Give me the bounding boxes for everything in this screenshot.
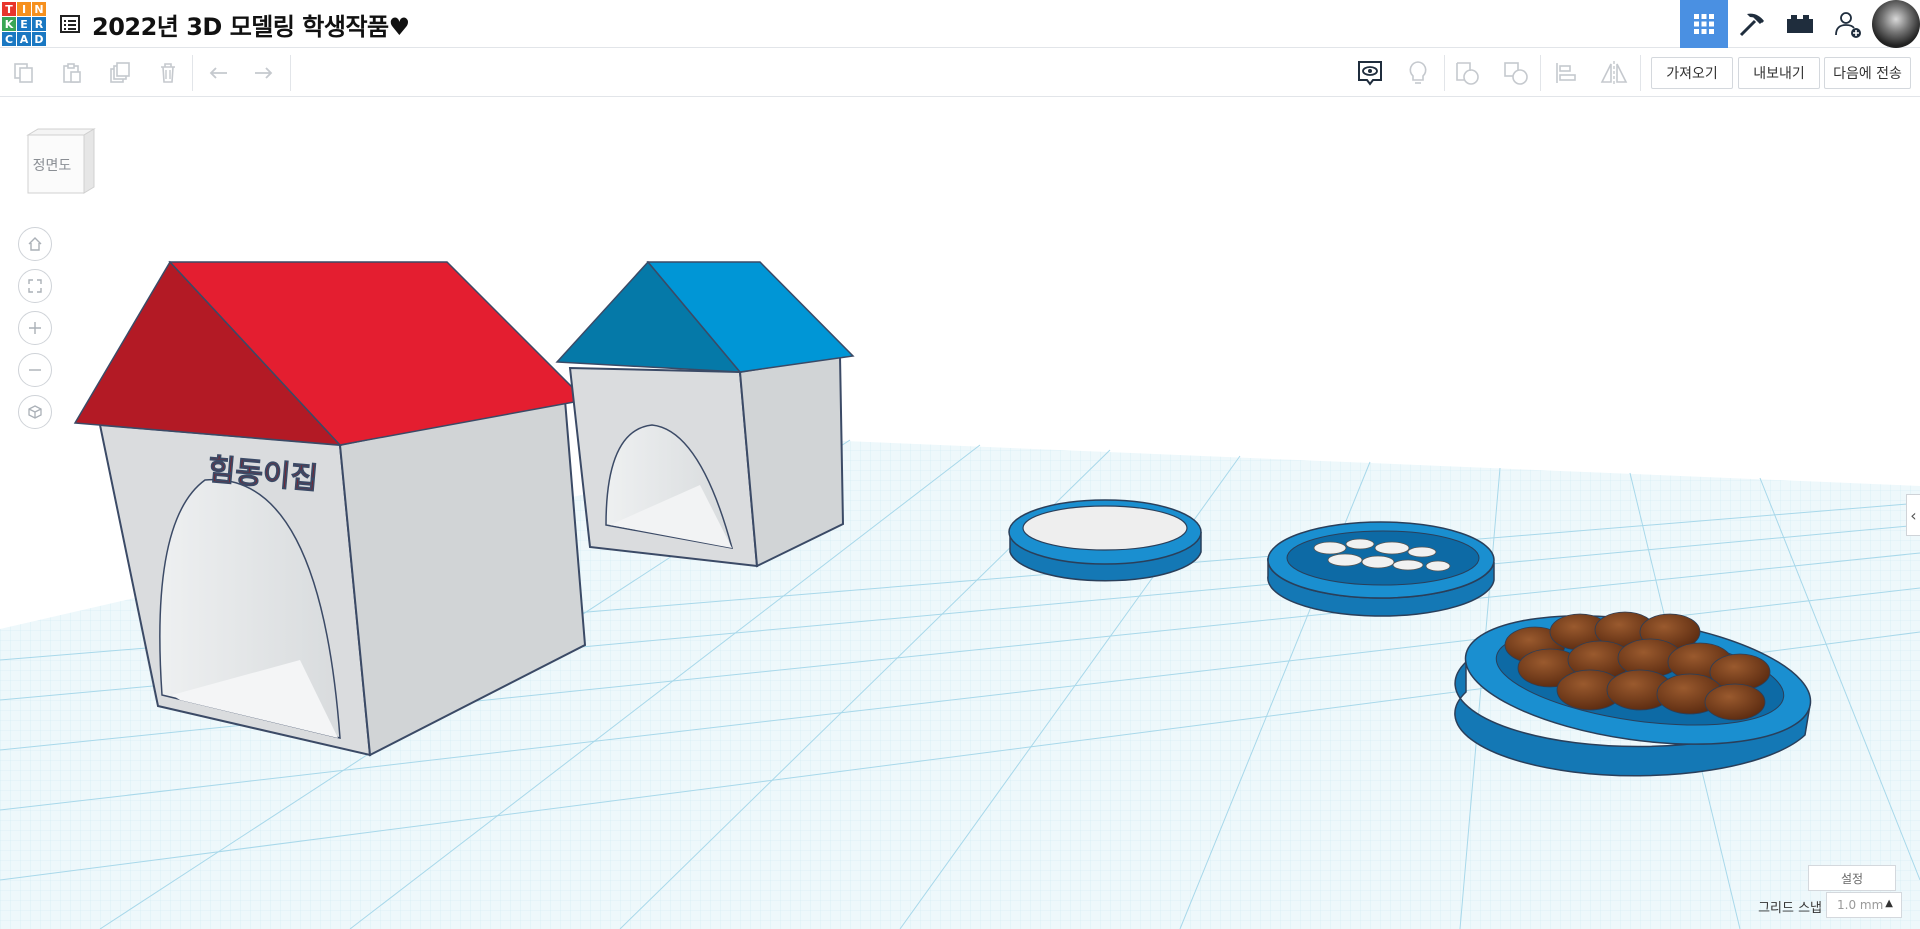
perspective-icon [28, 405, 42, 419]
paste-button[interactable] [48, 49, 96, 97]
bricks-view-button[interactable] [1776, 0, 1824, 48]
logo-letter: I [17, 2, 31, 16]
grid-snap-label: 그리드 스냅 [1758, 901, 1822, 916]
logo-letter: R [32, 17, 46, 31]
copy-button[interactable] [0, 49, 48, 97]
export-button[interactable]: 내보내기 [1738, 57, 1820, 89]
logo-letter: K [2, 17, 16, 31]
logo-letter: E [17, 17, 31, 31]
toolbar: 가져오기 내보내기 다음에 전송 [0, 49, 1920, 97]
grid-snap-value: 1.0 mm [1837, 898, 1884, 912]
pickaxe-icon [1739, 13, 1764, 37]
grid-snap-select[interactable]: 1.0 mm ▲ [1826, 892, 1902, 918]
caret-up-icon: ▲ [1885, 898, 1893, 909]
add-user-button[interactable] [1824, 0, 1872, 48]
toolbar-divider [192, 55, 193, 91]
grid-icon [1694, 14, 1714, 34]
duplicate-button[interactable] [96, 49, 144, 97]
chevron-left-icon: ‹ [1910, 505, 1917, 525]
settings-button[interactable]: 설정 [1808, 865, 1896, 891]
redo-icon [255, 67, 273, 79]
red-doghouse[interactable]: 힘동이집 [73, 260, 587, 757]
logo-letter: A [17, 32, 31, 46]
codeblocks-button[interactable] [1728, 0, 1776, 48]
mirror-button[interactable] [1590, 49, 1638, 97]
duplicate-icon [110, 62, 130, 83]
group-icon [1456, 62, 1479, 85]
light-icon [1409, 61, 1427, 84]
blue-doghouse[interactable] [555, 260, 855, 568]
home-icon [28, 237, 42, 251]
fit-icon [28, 279, 42, 293]
show-all-button[interactable] [1346, 49, 1394, 97]
3d-design-view-button[interactable] [1680, 0, 1728, 48]
empty-bowl[interactable] [1008, 499, 1202, 582]
topbar: TIN KER CAD 2022년 3D 모델링 학생작품♥ [0, 0, 1920, 48]
paste-icon [63, 63, 81, 83]
design-title[interactable]: 2022년 3D 모델링 학생작품♥ [92, 7, 410, 42]
ungroup-icon [1504, 62, 1528, 85]
import-button[interactable]: 가져오기 [1651, 57, 1733, 89]
logo-letter: C [2, 32, 16, 46]
view-cube-label: 정면도 [32, 158, 72, 174]
add-user-icon [1835, 12, 1861, 38]
redo-button[interactable] [240, 49, 288, 97]
notes-light-button[interactable] [1394, 49, 1442, 97]
toolbar-divider [1640, 55, 1641, 91]
copy-icon [14, 63, 33, 83]
zoom-out-button[interactable] [18, 353, 52, 387]
align-icon [1556, 63, 1576, 83]
avatar [1872, 0, 1920, 48]
account-avatar[interactable] [1872, 0, 1920, 48]
delete-icon [161, 63, 175, 83]
brick-icon [1787, 15, 1813, 33]
undo-icon [209, 67, 227, 79]
tinkercad-logo[interactable]: TIN KER CAD [0, 0, 48, 48]
delete-button[interactable] [144, 49, 192, 97]
zoom-out-icon [29, 369, 41, 371]
send-to-button[interactable]: 다음에 전송 [1824, 57, 1911, 89]
workplane-scene[interactable]: 힘동이집 [0, 97, 1920, 929]
bowl-with-treats[interactable] [1267, 521, 1495, 617]
shapes-panel-toggle[interactable]: ‹ [1906, 494, 1920, 536]
zoom-in-button[interactable] [18, 311, 52, 345]
fit-view-button[interactable] [18, 269, 52, 303]
design-list-icon[interactable] [58, 12, 82, 36]
ungroup-button[interactable] [1492, 49, 1540, 97]
align-button[interactable] [1542, 49, 1590, 97]
perspective-button[interactable] [18, 395, 52, 429]
mirror-icon [1600, 61, 1628, 85]
logo-letter: D [32, 32, 46, 46]
logo-letter: N [32, 2, 46, 16]
logo-letter: T [2, 2, 16, 16]
group-button[interactable] [1444, 49, 1492, 97]
3d-viewport[interactable]: 힘동이집 정면도 ‹ 설정 그리드 스냅 1.0 mm ▲ [0, 97, 1920, 929]
undo-button[interactable] [194, 49, 242, 97]
toolbar-divider [290, 55, 291, 91]
show-icon [1358, 61, 1382, 86]
home-view-button[interactable] [18, 227, 52, 261]
toolbar-divider [1540, 55, 1541, 91]
zoom-in-icon [29, 322, 41, 334]
